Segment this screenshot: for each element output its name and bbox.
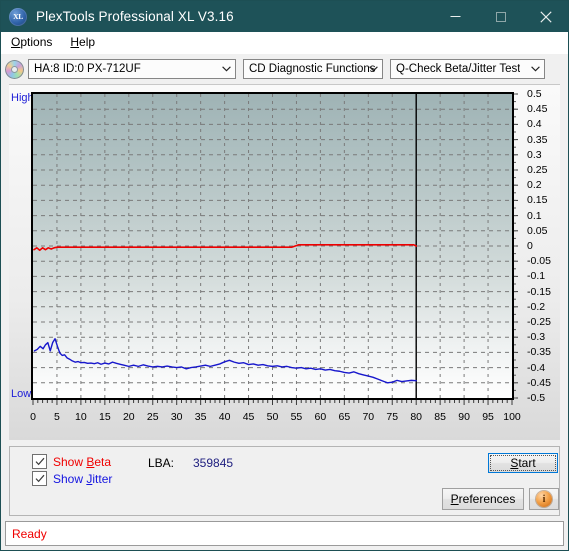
test-select-value: Q-Check Beta/Jitter Test [396,63,521,75]
chevron-down-icon [365,60,382,78]
preferences-button-label: Preferences [450,492,516,506]
app-icon: XL [9,7,27,26]
window-buttons [433,1,568,32]
function-select[interactable]: CD Diagnostic Functions [243,59,383,79]
x-tick-label: 90 [458,411,470,423]
selector-toolbar: HA:8 ID:0 PX-712UF CD Diagnostic Functio… [1,54,568,84]
menu-item-options-label: ptions [20,35,53,49]
window-title: PlexTools Professional XL V3.16 [36,9,234,24]
test-select[interactable]: Q-Check Beta/Jitter Test [390,59,545,79]
show-beta-checkbox[interactable]: Show Beta [32,454,111,469]
show-beta-label: Show Beta [53,454,112,469]
x-tick-label: 75 [386,411,399,423]
minimize-button[interactable] [433,1,478,32]
menu-bar: Options Help [1,32,568,54]
x-tick-label: 55 [290,411,303,423]
lba-label: LBA: [148,456,175,470]
x-tick-label: 65 [338,411,351,423]
chart-panel: High Low 0.5 0.45 0.4 0.35 0.3 0.25 0.2 0.15 0.1… [9,84,560,440]
x-tick-label: 0 [30,411,36,423]
x-tick-label: 30 [170,411,183,423]
preferences-button[interactable]: Preferences [442,488,524,510]
info-icon: i [536,491,552,507]
status-bar: Ready [5,521,564,546]
x-tick-label: 70 [362,411,375,423]
x-tick-label: 35 [194,411,207,423]
show-jitter-checkbox[interactable]: Show Jitter [32,471,112,486]
cd-disc-icon [5,59,24,79]
maximize-button[interactable] [478,1,523,32]
drive-select-value: HA:8 ID:0 PX-712UF [34,63,141,75]
start-button-label: Start [510,456,536,470]
menu-item-options[interactable]: Options [3,32,60,53]
title-bar: XL PlexTools Professional XL V3.16 [1,1,568,32]
x-tick-label: 85 [434,411,446,423]
start-button[interactable]: Start [488,453,558,473]
x-axis-labels: 0 5 10 15 20 25 30 35 40 45 50 55 60 65 70 75 80 85 90 95 10… [9,407,569,425]
show-jitter-label: Show Jitter [53,471,113,486]
function-select-value: CD Diagnostic Functions [249,63,376,75]
controls-panel: Show Beta Show Jitter LBA: 359845 Start … [9,446,560,516]
menu-item-help[interactable]: Help [62,32,103,53]
x-tick-label: 40 [218,411,231,423]
x-tick-label: 60 [314,411,327,423]
close-button[interactable] [523,1,568,32]
lba-value: 359845 [193,456,234,470]
x-tick-label: 45 [242,411,255,423]
x-tick-label: 25 [146,411,159,423]
x-tick-label: 80 [410,411,423,423]
chevron-down-icon [218,60,235,78]
checkbox-check-icon [32,454,47,469]
x-tick-label: 20 [122,411,135,423]
status-text: Ready [12,526,47,541]
x-tick-label: 100 [503,411,521,423]
x-tick-label: 95 [482,411,494,423]
x-tick-label: 50 [266,411,279,423]
menu-item-help-label: elp [79,35,96,49]
drive-select[interactable]: HA:8 ID:0 PX-712UF [28,59,236,79]
x-tick-label: 10 [75,411,87,423]
chevron-down-icon [527,60,544,78]
checkbox-check-icon [32,471,47,486]
x-tick-label: 15 [99,411,111,423]
x-tick-label: 5 [54,411,60,423]
axis-ticks [32,93,518,405]
info-button[interactable]: i [529,488,559,510]
application-window: XL PlexTools Professional XL V3.16 Optio… [0,0,569,551]
